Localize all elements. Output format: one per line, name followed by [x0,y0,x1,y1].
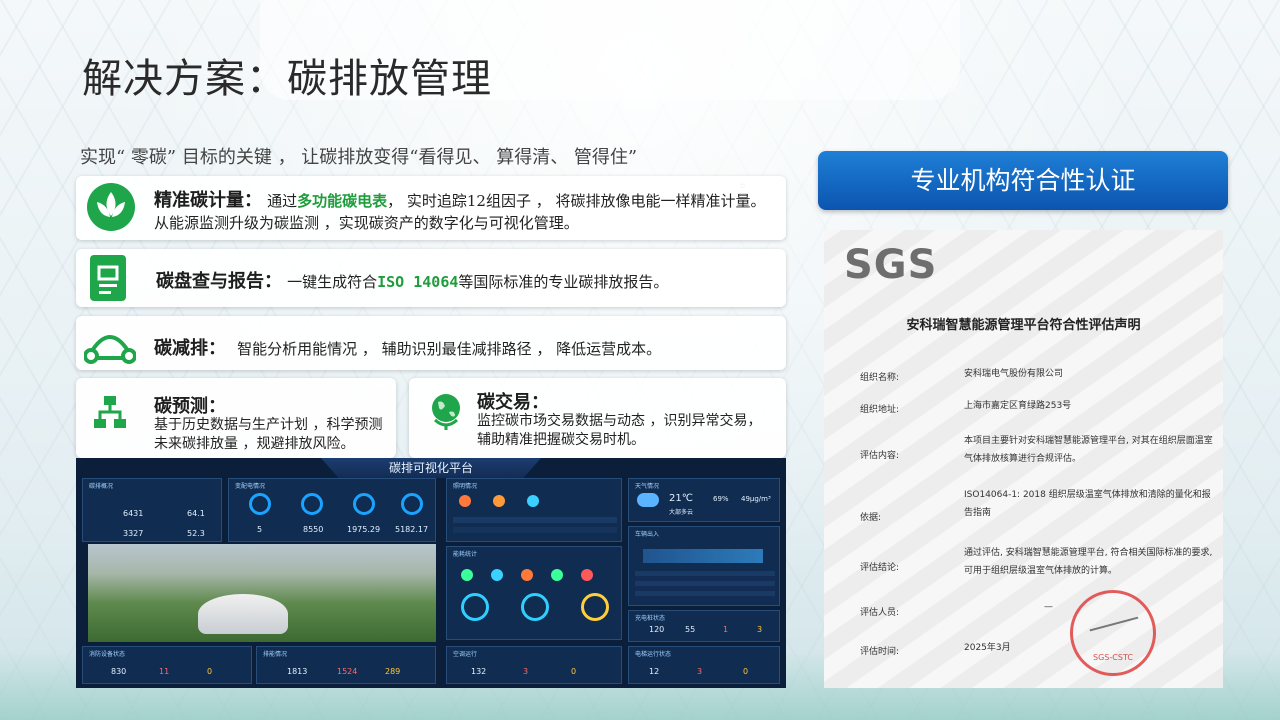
lotus-leaf-icon [87,183,135,231]
panel-overview: 碳排概况 6431 64.1 3327 52.3 [82,478,222,542]
panel-sewage: 排能情况 1813 1524 289 [256,646,436,684]
card-body: 智能分析用能情况 ， 辅助识别最佳减排路径 ， 降低运营成本。 [237,340,662,358]
globe-icon [432,394,460,430]
sgs-logo: SGS [844,242,938,288]
dashboard-title: 碳排可视化平台 [321,458,541,478]
card-carbon-report: 碳盘查与报告： 一键生成符合ISO 14064等国际标准的专业碳排放报告。 [76,249,786,307]
panel-power: 变配电情况 5 8550 1975.29 5182.17 [228,478,436,542]
card-heading: 碳交易： [477,392,549,413]
card-body: 基于历史数据与生产计划 ，科学预测未来碳排放量 ，规避排放风险。 [154,417,383,452]
card-body-pre: 通过 [267,192,298,210]
panel-ac: 空调运行 132 3 0 [446,646,622,684]
card-carbon-reduction: 碳减排： 智能分析用能情况 ， 辅助识别最佳减排路径 ， 降低运营成本。 [76,316,786,370]
org-chart-icon [94,396,126,428]
cert-header: 专业机构符合性认证 [818,151,1228,210]
card-heading: 碳减排： [154,338,226,359]
aerial-photo [88,544,436,642]
card-heading: 精准碳计量： [154,190,262,211]
card-precise-metering: 精准碳计量： 通过多功能碳电表， 实时追踪12组因子 ， 将碳排放像电能一样精准… [76,176,786,240]
card-highlight: ISO 14064 [377,273,459,291]
official-stamp: SGS-CSTC [1070,590,1156,676]
card-body: 监控碳市场交易数据与动态 ，识别异常交易， 辅助精准把握碳交易时机。 [477,413,762,448]
hill-route-icon [84,335,136,364]
intro-text: 实现“ 零碳” 目标的关键 ， 让碳排放变得“看得见、 算得清、 管得住” [80,147,638,168]
carbon-dashboard-screenshot: 碳排可视化平台 碳排概况 6431 64.1 3327 52.3 变配电情况 5… [76,458,786,688]
panel-energy: 能耗统计 [446,546,622,640]
card-body-pre: 一键生成符合 [287,273,378,291]
panel-lighting: 照明情况 [446,478,622,542]
panel-charging: 充电桩状态 120 55 1 3 [628,610,780,642]
card-body: 等国际标准的专业碳排放报告。 [458,273,669,291]
page-title: 解决方案：碳排放管理 [82,56,492,102]
sgs-certificate: SGS 安科瑞智慧能源管理平台符合性评估声明 组织名称: 安科瑞电气股份有限公司… [824,230,1223,688]
card-heading: 碳预测： [154,396,226,417]
card-carbon-forecast: 碳预测： 基于历史数据与生产计划 ，科学预测未来碳排放量 ，规避排放风险。 [76,378,396,458]
card-highlight: 多功能碳电表 [297,192,388,210]
panel-fire: 消防设备状态 830 11 0 [82,646,252,684]
panel-weather: 天气情况 21℃ 69% 49μg/m³ 大部多云 [628,478,780,522]
document-icon [90,255,126,301]
panel-elevator: 电梯运行状态 12 3 0 [628,646,780,684]
doc-title: 安科瑞智慧能源管理平台符合性评估声明 [906,318,1141,333]
panel-vehicle: 车辆出入 [628,526,780,606]
card-heading: 碳盘查与报告： [156,271,282,292]
card-carbon-trade: 碳交易： 监控碳市场交易数据与动态 ，识别异常交易， 辅助精准把握碳交易时机。 [409,378,786,458]
